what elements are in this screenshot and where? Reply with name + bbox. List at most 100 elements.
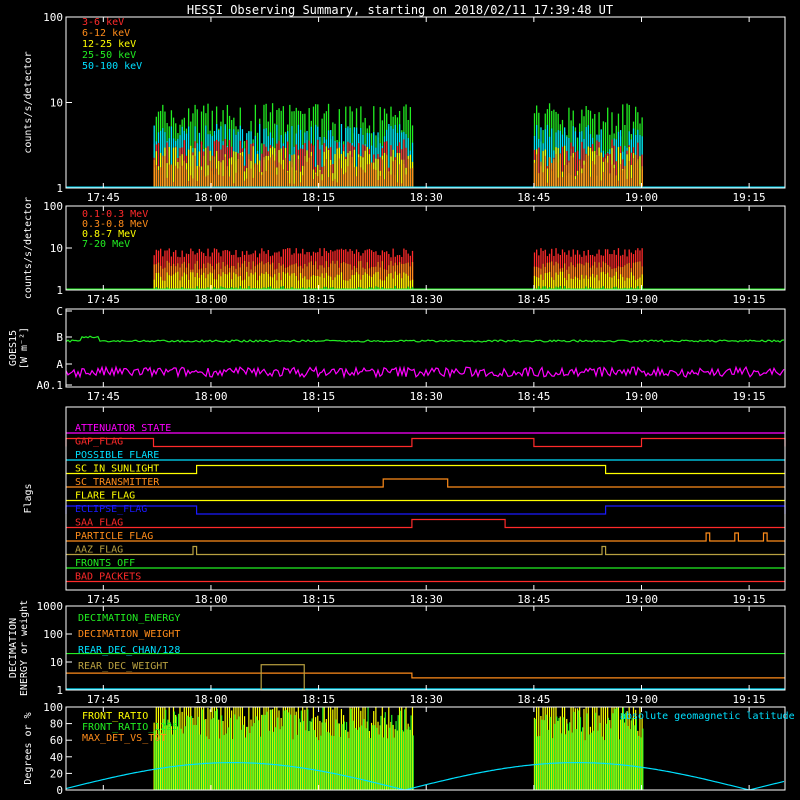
ratio-bar-green [607, 717, 610, 790]
panel-2-bar [373, 274, 375, 290]
panel-2-bar [218, 274, 220, 290]
ratio-bar-green [261, 714, 264, 790]
panel-1-ytick-label: 1 [56, 182, 63, 195]
panel-5-legend-1: DECIMATION_WEIGHT [78, 629, 180, 640]
panel-1-bar [579, 160, 581, 188]
ratio-bar-green [313, 730, 315, 790]
panel-2-xtick-label: 18:15 [302, 293, 335, 306]
panel-2-bar [168, 275, 170, 290]
panel-2-bar [170, 275, 173, 290]
ratio-bar-green [625, 712, 627, 790]
panel-1-bar [581, 173, 583, 188]
ratio-bar-green [562, 717, 564, 790]
ratio-bar-green [195, 725, 197, 790]
panel-1-bar [179, 155, 181, 188]
panel-2-bar [622, 277, 624, 290]
ratio-bar-green [249, 732, 251, 790]
ratio-bar-green [597, 730, 599, 790]
panel-1-bar [551, 162, 553, 188]
panel-2-bar [336, 274, 338, 290]
ratio-bar-green [373, 725, 376, 790]
panel-2-bar [304, 276, 306, 290]
panel-1-bar [185, 169, 188, 188]
panel-1-bar [536, 154, 538, 188]
flag-line-1 [65, 437, 786, 448]
ratio-bar-green [322, 707, 324, 790]
panel-4-xtick-label: 18:00 [194, 593, 227, 606]
ratio-bar-green [302, 721, 305, 790]
panel-2-bar [386, 276, 388, 290]
panel-1-bar [162, 155, 164, 188]
panel-2-bar [600, 272, 602, 290]
ratio-bar-green [274, 727, 277, 790]
ratio-bar-green [277, 717, 279, 790]
ratio-bar-green [350, 708, 352, 790]
ratio-bar-green [612, 713, 614, 790]
ratio-bar-green [393, 737, 395, 790]
ratio-bar-green [384, 712, 386, 790]
panel-1-bar [540, 161, 542, 188]
panel-2-bar [587, 278, 589, 290]
flag-line-6 [65, 505, 786, 515]
panel-5-xtick-label: 19:00 [625, 693, 658, 706]
panel-1-bar [218, 174, 220, 188]
panel-1-bar [375, 169, 377, 188]
panel-2-bar [160, 276, 162, 290]
ratio-bar-green [197, 716, 199, 790]
ratio-bar-green [367, 707, 369, 790]
flag-label-7: SAA_FLAG [75, 518, 123, 529]
panel-1-bar [407, 158, 409, 188]
panel-1-bar [269, 157, 272, 188]
ratio-bar-green [180, 728, 182, 790]
ratio-bar-green [547, 729, 549, 790]
ratio-bar-green [253, 722, 255, 790]
panel-1-bar [211, 155, 213, 188]
panel-1-bar [170, 164, 173, 188]
ratio-bar-green [214, 710, 216, 790]
ratio-bar-green [577, 710, 579, 790]
panel-1-ytick-label: 10 [50, 97, 63, 110]
panel-1-bar [327, 177, 330, 188]
ratio-bar-green [631, 717, 633, 790]
panel-1-bar [330, 164, 332, 188]
panel-1-bar [596, 154, 598, 188]
panel-6-ytick-label: 60 [50, 734, 63, 747]
panel-1-bar [366, 164, 368, 188]
ratio-bar-green [298, 718, 300, 790]
panel-2-bar [321, 273, 323, 290]
panel-2-bar [284, 273, 287, 290]
panel-1-bar [224, 156, 226, 188]
panel-6-legend-0: FRONT_RATIO [82, 711, 148, 722]
ratio-bar-green [358, 727, 361, 790]
panel-1-legend-2: 12-25 keV [82, 39, 136, 50]
panel-1-bar [302, 175, 304, 188]
panel-2-bar [153, 279, 155, 290]
panel-6-ylabel: Degrees or % [23, 712, 34, 784]
ratio-bar-green [285, 709, 287, 790]
panel-1-bar [360, 167, 362, 188]
ratio-bar-green [629, 729, 631, 790]
panel-1-bar [576, 175, 579, 188]
panel-2-bar [254, 272, 257, 290]
flag-label-10: FRONTS_OFF [75, 558, 135, 569]
panel-1-xtick-label: 18:15 [302, 191, 335, 204]
panel-5-legend-0: DECIMATION_ENERGY [78, 613, 180, 624]
ratio-bar-green [382, 737, 384, 790]
panel-2-bar [299, 273, 302, 290]
ratio-bar-green [551, 738, 554, 790]
ratio-bar-green [534, 718, 536, 790]
panel-1-bar [226, 166, 229, 188]
panel-1-bar [338, 158, 340, 188]
panel-1-bar [340, 168, 343, 188]
ratio-bar-green [208, 739, 210, 790]
ratio-bar-green [605, 723, 607, 790]
ratio-bar-green [229, 717, 231, 790]
panel-2-bar [390, 273, 392, 290]
panel-2-ytick-label: 10 [50, 242, 63, 255]
panel-2-bar [312, 275, 315, 290]
panel-6-legend-2: MAX_DET_VS_TOT [82, 733, 166, 744]
panel-2-xtick-label: 18:45 [517, 293, 550, 306]
panel-1-bar [198, 166, 201, 188]
panel-1-bar [624, 165, 626, 188]
panel-2-bar [274, 274, 276, 290]
